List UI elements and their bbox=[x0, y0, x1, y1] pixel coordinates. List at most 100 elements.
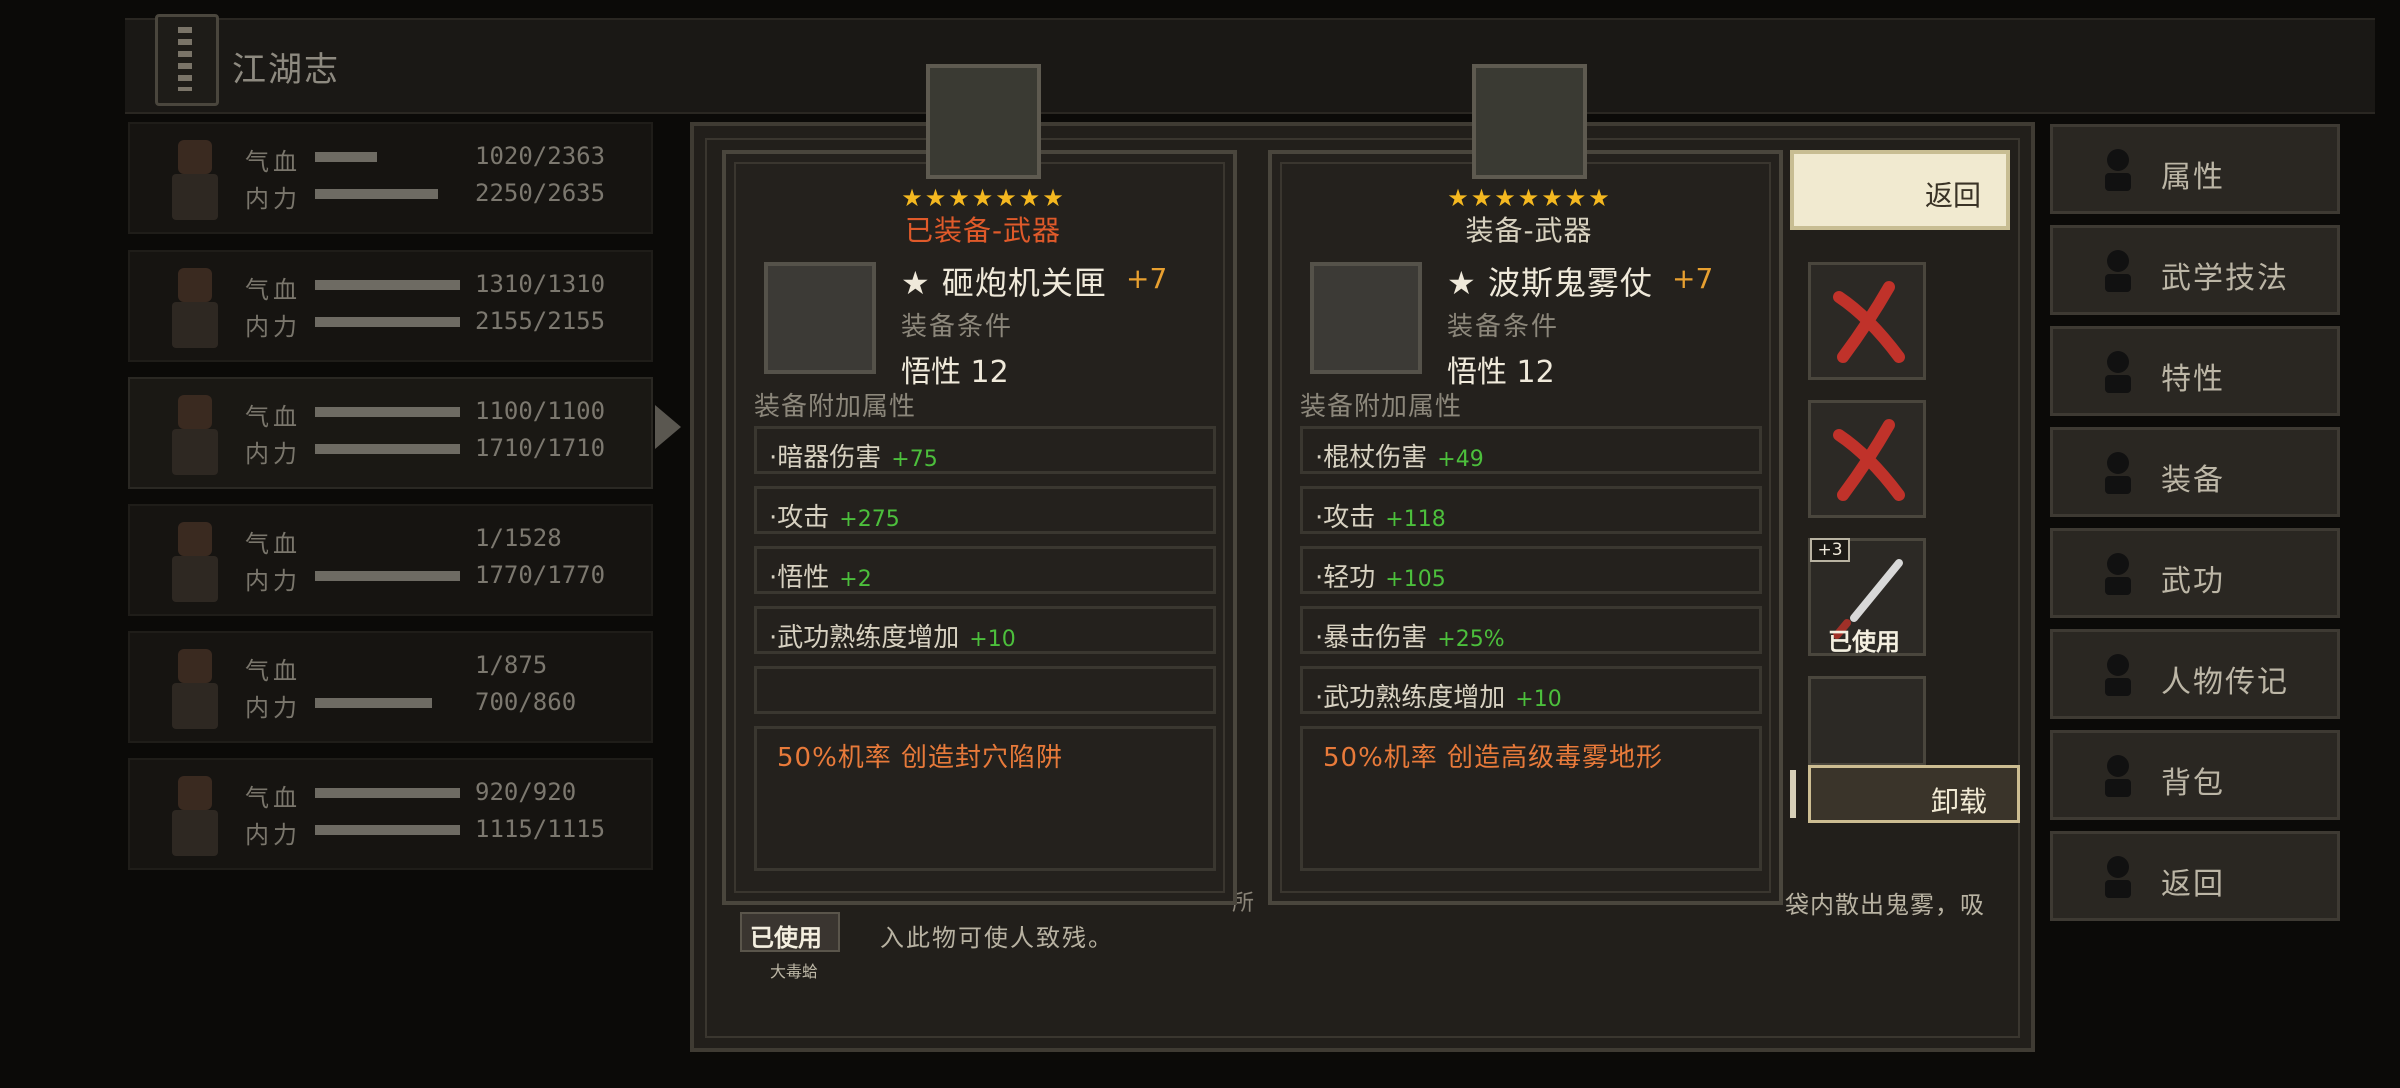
menu-item[interactable]: 背包 bbox=[2050, 730, 2340, 820]
mp-bar-fill bbox=[315, 571, 460, 581]
requirement-title: 装备条件 bbox=[1447, 312, 1560, 342]
character-row[interactable]: 气血 1020/2363 内力 2250/2635 bbox=[128, 122, 653, 234]
item-name: ★ 波斯鬼雾仗 bbox=[1447, 264, 1653, 302]
attribute-name: ·攻击 +275 bbox=[769, 503, 900, 533]
hp-bar-fill bbox=[315, 407, 460, 417]
hp-bar bbox=[315, 152, 460, 162]
mp-bar bbox=[315, 444, 460, 454]
unequip-button[interactable]: 卸载 bbox=[1808, 765, 2020, 823]
requirement-value: 悟性 12 bbox=[901, 355, 1009, 390]
weapon-slot-locked[interactable] bbox=[1808, 262, 1926, 380]
attribute-value: +25% bbox=[1437, 627, 1505, 652]
attribute-name: ·武功熟练度增加 +10 bbox=[1315, 683, 1562, 713]
item-enhance-level: +7 bbox=[1672, 262, 1714, 295]
hp-value: 1/875 bbox=[475, 651, 548, 679]
character-avatar bbox=[150, 260, 240, 356]
equip-status: 装备-武器 bbox=[1465, 214, 1593, 247]
item-icon bbox=[764, 262, 876, 374]
hp-value: 1/1528 bbox=[475, 524, 562, 552]
mp-bar-fill bbox=[315, 444, 460, 454]
item-enhance-level: +7 bbox=[1126, 262, 1168, 295]
attribute-name: ·棍杖伤害 +49 bbox=[1315, 443, 1484, 473]
extra-attrs-title: 装备附加属性 bbox=[1300, 392, 1463, 422]
red-cross-icon bbox=[1833, 281, 1905, 363]
character-row[interactable]: 气血 1100/1100 内力 1710/1710 bbox=[128, 377, 653, 489]
character-portrait bbox=[926, 64, 1041, 179]
attribute-value: +49 bbox=[1437, 447, 1484, 472]
attribute-row: ·轻功 +105 bbox=[1300, 546, 1762, 594]
menu-item[interactable]: 返回 bbox=[2050, 831, 2340, 921]
hp-label: 气血 bbox=[245, 403, 301, 431]
requirement-value: 悟性 12 bbox=[1447, 355, 1555, 390]
menu-item-label: 武功 bbox=[2161, 564, 2225, 599]
hp-label: 气血 bbox=[245, 657, 301, 685]
hp-value: 1020/2363 bbox=[475, 142, 606, 170]
trait-icon bbox=[2105, 351, 2131, 393]
menu-item[interactable]: 特性 bbox=[2050, 326, 2340, 416]
attribute-name: ·悟性 +2 bbox=[769, 563, 872, 593]
menu-item[interactable]: 装备 bbox=[2050, 427, 2340, 517]
mp-value: 2250/2635 bbox=[475, 179, 606, 207]
red-cross-icon bbox=[1833, 419, 1905, 501]
menu-item[interactable]: 武功 bbox=[2050, 528, 2340, 618]
empty-slot[interactable] bbox=[1808, 676, 1926, 766]
door-icon bbox=[2105, 856, 2131, 898]
hp-value: 1100/1100 bbox=[475, 397, 606, 425]
attribute-name: ·暴击伤害 +25% bbox=[1315, 623, 1505, 653]
menu-item[interactable]: 人物传记 bbox=[2050, 629, 2340, 719]
character-row[interactable]: 气血 1/875 内力 700/860 bbox=[128, 631, 653, 743]
menu-item-label: 返回 bbox=[2161, 867, 2225, 902]
mp-bar bbox=[315, 189, 460, 199]
attribute-row bbox=[754, 666, 1216, 714]
item-icon bbox=[1310, 262, 1422, 374]
hp-value: 920/920 bbox=[475, 778, 577, 806]
menu-item-label: 特性 bbox=[2161, 362, 2225, 397]
requirement-title: 装备条件 bbox=[901, 312, 1014, 342]
character-avatar bbox=[150, 641, 240, 737]
character-avatar bbox=[150, 514, 240, 610]
character-avatar bbox=[150, 387, 240, 483]
attribute-row: ·棍杖伤害 +49 bbox=[1300, 426, 1762, 474]
back-button[interactable]: 返回 bbox=[1790, 150, 2010, 230]
used-label: 已使用 bbox=[1828, 628, 1900, 656]
mp-bar bbox=[315, 317, 460, 327]
mp-label: 内力 bbox=[245, 694, 301, 722]
mp-value: 1770/1770 bbox=[475, 561, 606, 589]
book-icon bbox=[155, 14, 219, 106]
menu-item[interactable]: 属性 bbox=[2050, 124, 2340, 214]
armor-slot-locked[interactable] bbox=[1808, 400, 1926, 518]
mp-value: 1710/1710 bbox=[475, 434, 606, 462]
unequip-button-label: 卸载 bbox=[1930, 785, 1987, 818]
attribute-name bbox=[769, 677, 779, 707]
character-row[interactable]: 气血 1310/1310 内力 2155/2155 bbox=[128, 250, 653, 362]
meditation-icon bbox=[2105, 250, 2131, 292]
mp-label: 内力 bbox=[245, 567, 301, 595]
person-icon bbox=[2105, 149, 2131, 191]
page-title: 江湖志 bbox=[232, 50, 340, 90]
hp-label: 气血 bbox=[245, 530, 301, 558]
menu-item[interactable]: 武学技法 bbox=[2050, 225, 2340, 315]
attribute-value: +10 bbox=[1515, 687, 1562, 712]
bag-icon bbox=[2105, 755, 2131, 797]
hp-bar-fill bbox=[315, 788, 460, 798]
menu-item-label: 背包 bbox=[2161, 766, 2225, 801]
character-avatar bbox=[150, 132, 240, 228]
attribute-row: ·悟性 +2 bbox=[754, 546, 1216, 594]
special-effect-text: 50%机率 创造封穴陷阱 bbox=[777, 743, 1064, 773]
item-card: ★★★★★★★ 已装备-武器 ★ 砸炮机关匣 +7 装备条件 悟性 12 装备附加属性 ·暗器… bbox=[722, 64, 1237, 905]
mp-value: 2155/2155 bbox=[475, 307, 606, 335]
special-effect-text: 50%机率 创造高级毒雾地形 bbox=[1323, 743, 1664, 773]
extra-attrs-title: 装备附加属性 bbox=[754, 392, 917, 422]
menu-item-label: 人物传记 bbox=[2161, 665, 2289, 700]
mp-value: 700/860 bbox=[475, 688, 577, 716]
character-row[interactable]: 气血 920/920 内力 1115/1115 bbox=[128, 758, 653, 870]
title-bar bbox=[125, 18, 2375, 114]
mp-value: 1115/1115 bbox=[475, 815, 606, 843]
mp-bar-fill bbox=[315, 189, 439, 199]
selected-arrow-icon bbox=[655, 405, 681, 449]
scroll-icon bbox=[2105, 654, 2131, 696]
mp-bar bbox=[315, 825, 460, 835]
character-row[interactable]: 气血 1/1528 内力 1770/1770 bbox=[128, 504, 653, 616]
unequip-divider bbox=[1790, 770, 1796, 818]
hp-bar-fill bbox=[315, 152, 378, 162]
